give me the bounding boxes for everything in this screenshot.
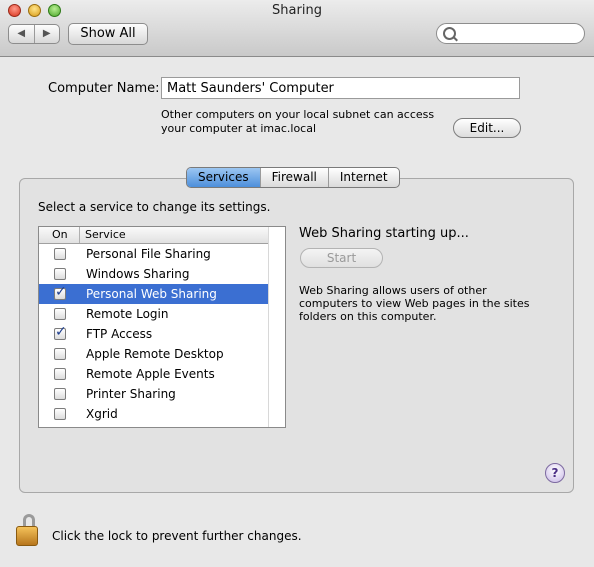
tab-internet[interactable]: Internet <box>329 168 399 187</box>
service-row[interactable]: Personal File Sharing <box>39 244 269 264</box>
column-divider <box>79 227 80 243</box>
edit-button[interactable]: Edit... <box>453 118 521 138</box>
web-sharing-description: Web Sharing allows users of other comput… <box>299 284 539 323</box>
service-row[interactable]: Xgrid <box>39 404 269 424</box>
forward-arrow-icon[interactable]: ▶ <box>35 25 60 43</box>
computer-name-description-line: Other computers on your local subnet can… <box>161 108 435 121</box>
service-checkbox[interactable] <box>54 408 66 420</box>
web-sharing-status: Web Sharing starting up... <box>299 226 469 241</box>
search-input[interactable] <box>461 26 577 42</box>
back-forward-control: ◀ ▶ <box>8 24 60 44</box>
computer-name-description-line: your computer at imac.local <box>161 122 317 135</box>
service-checkbox[interactable] <box>54 324 67 340</box>
lock-icon[interactable] <box>16 514 40 548</box>
column-header-service[interactable]: Service <box>85 228 126 241</box>
service-name: Personal File Sharing <box>86 247 211 261</box>
help-button[interactable]: ? <box>545 463 565 483</box>
web-sharing-description-line: folders on this computer. <box>299 310 437 323</box>
service-name: Personal Web Sharing <box>86 287 217 301</box>
services-list-header: On Service <box>39 227 285 244</box>
service-name: FTP Access <box>86 327 153 341</box>
services-instruction: Select a service to change its settings. <box>38 200 271 214</box>
lock-message: Click the lock to prevent further change… <box>52 529 302 543</box>
column-header-on[interactable]: On <box>52 228 68 241</box>
service-name: Printer Sharing <box>86 387 176 401</box>
service-checkbox[interactable] <box>54 348 66 360</box>
computer-name-description: Other computers on your local subnet can… <box>161 108 461 136</box>
service-name: Windows Sharing <box>86 267 190 281</box>
services-list[interactable]: On Service Personal File Sharing Windows … <box>38 226 286 428</box>
lock-body <box>16 526 38 546</box>
web-sharing-description-line: Web Sharing allows users of other <box>299 284 487 297</box>
service-checkbox[interactable] <box>54 308 66 320</box>
service-row[interactable]: Personal Web Sharing <box>39 284 269 304</box>
service-row[interactable]: Windows Sharing <box>39 264 269 284</box>
start-button[interactable]: Start <box>300 248 383 268</box>
service-row[interactable]: Remote Apple Events <box>39 364 269 384</box>
service-name: Remote Apple Events <box>86 367 215 381</box>
service-row[interactable]: Remote Login <box>39 304 269 324</box>
tab-services[interactable]: Services <box>187 168 261 187</box>
search-field[interactable] <box>436 23 585 44</box>
service-checkbox[interactable] <box>54 268 66 280</box>
service-row[interactable]: Printer Sharing <box>39 384 269 404</box>
service-name: Remote Login <box>86 307 169 321</box>
service-checkbox[interactable] <box>54 368 66 380</box>
web-sharing-description-line: computers to view Web pages in the sites <box>299 297 530 310</box>
search-icon <box>443 27 456 40</box>
services-scrollbar[interactable] <box>268 227 285 427</box>
service-checkbox[interactable] <box>54 248 66 260</box>
service-checkbox[interactable] <box>54 284 67 300</box>
computer-name-field[interactable] <box>161 77 520 99</box>
service-name: Apple Remote Desktop <box>86 347 224 361</box>
back-arrow-icon[interactable]: ◀ <box>9 25 35 43</box>
service-name: Xgrid <box>86 407 118 421</box>
window-titlebar: Sharing ◀ ▶ Show All <box>0 0 594 57</box>
service-row[interactable]: FTP Access <box>39 324 269 344</box>
service-checkbox[interactable] <box>54 388 66 400</box>
show-all-button[interactable]: Show All <box>68 23 148 45</box>
tab-firewall[interactable]: Firewall <box>261 168 329 187</box>
service-row[interactable]: Apple Remote Desktop <box>39 344 269 364</box>
computer-name-label: Computer Name: <box>48 81 160 96</box>
window-title: Sharing <box>272 3 322 18</box>
tab-bar: Services Firewall Internet <box>186 167 400 188</box>
